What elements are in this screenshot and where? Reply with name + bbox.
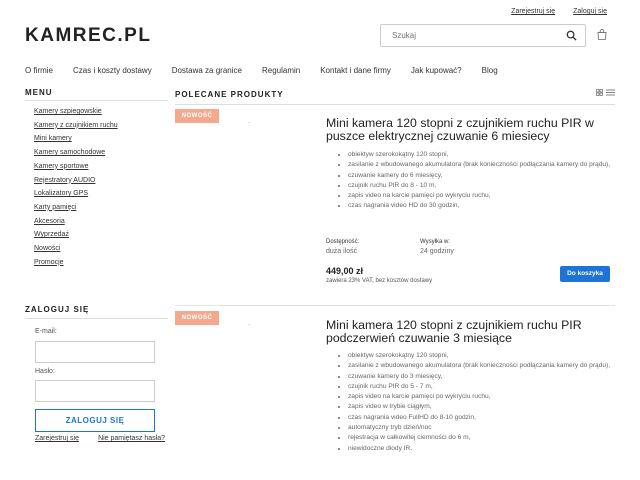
sidebar-item-audio-recorders[interactable]: Rejestratory AUDIO (34, 177, 95, 184)
nav-about[interactable]: O firmie (25, 66, 53, 75)
feature-item: niewidoczne diody IR. (348, 444, 616, 454)
availability-label: Dostępność: (326, 239, 360, 245)
search-icon[interactable] (566, 30, 577, 41)
feature-item: obiektyw szerokokątny 120 stopni, (348, 150, 616, 160)
new-badge: NOWOŚĆ (175, 311, 219, 325)
add-to-cart-button[interactable]: Do koszyka (560, 266, 610, 282)
product-title[interactable]: Mini kamera 120 stopni z czujnikiem ruch… (326, 117, 616, 142)
search-bar (380, 24, 586, 47)
login-button[interactable]: ZALOGUJ SIĘ (35, 409, 155, 432)
sidebar-divider (25, 100, 168, 101)
sidebar-item-promotions[interactable]: Promocje (34, 259, 64, 266)
nav-blog[interactable]: Blog (482, 66, 498, 75)
search-input[interactable] (381, 25, 556, 46)
nav-delivery-time-cost[interactable]: Czas i koszty dostawy (73, 66, 152, 75)
login-links: Zarejestruj się Nie pamiętasz hasła? (35, 435, 165, 442)
login-link[interactable]: Zaloguj się (573, 8, 607, 15)
feature-item: zasilanie z wbudowanego akumulatora (bra… (348, 160, 616, 170)
sidebar-item-mini-cameras[interactable]: Mini kamery (34, 135, 72, 142)
sidebar-item: Akcesoria (34, 215, 118, 229)
sidebar-item: Lokalizatory GPS (34, 187, 118, 201)
product-features: obiektyw szerokokątny 120 stopni, zasila… (336, 351, 616, 454)
main-nav: O firmie Czas i koszty dostawy Dostawa z… (25, 66, 498, 75)
nav-contact[interactable]: Kontakt i dane firmy (320, 66, 391, 75)
feature-item: czujnik ruchu PIR do 5 - 7 m, (348, 382, 616, 392)
sidebar-title: MENU (25, 88, 53, 97)
product-divider (175, 305, 615, 306)
sidebar-item-accessories[interactable]: Akcesoria (34, 218, 65, 225)
feature-item: czuwanie kamery do 6 miesięcy, (348, 171, 616, 181)
feature-item: zapis video na karcie pamięci po wykryci… (348, 392, 616, 402)
login-title: ZALOGUJ SIĘ (25, 305, 90, 314)
email-field[interactable] (35, 341, 155, 363)
product-features: obiektyw szerokokątny 120 stopni, zasila… (336, 150, 616, 212)
sidebar-item: Promocje (34, 256, 118, 270)
product-thumbnail[interactable]: . (248, 318, 250, 327)
shopping-bag-icon[interactable] (597, 29, 607, 40)
new-badge: NOWOŚĆ (175, 109, 219, 123)
logo[interactable]: KAMREC.PL (25, 25, 151, 47)
sidebar-item: Nowości (34, 242, 118, 256)
feature-item: czas nagrania video FullHD do 8-10 godzi… (348, 413, 616, 423)
register-link[interactable]: Zarejestruj się (511, 8, 555, 15)
sidebar-item: Kamery szpiegowskie (34, 105, 118, 119)
vat-note: zawiera 23% VAT, bez kosztów dostawy (326, 278, 433, 284)
sidebar-item: Kamery samochodowe (34, 146, 118, 160)
product-thumbnail[interactable]: . (248, 116, 250, 125)
sidebar-item: Mini kamery (34, 132, 118, 146)
sidebar-item: Kamery sportowe (34, 160, 118, 174)
product-title[interactable]: Mini kamera 120 stopni z czujnikiem ruch… (326, 319, 616, 344)
product-price: 449,00 zł (326, 266, 364, 276)
forgot-password-link[interactable]: Nie pamiętasz hasła? (98, 435, 165, 442)
availability-value: duża ilość (326, 248, 358, 255)
feature-item: czas nagrania video HD do 30 godzin, (348, 201, 616, 211)
nav-delivery-abroad[interactable]: Dostawa za granice (172, 66, 242, 75)
grid-view-icon[interactable] (596, 89, 603, 96)
feature-item: czuwanie kamery do 3 miesięcy, (348, 372, 616, 382)
section-divider (175, 104, 615, 105)
password-label: Hasło: (35, 368, 55, 375)
shipping-value: 24 godziny (420, 248, 454, 255)
feature-item: zapis video na karcie pamięci po wykryci… (348, 191, 616, 201)
sidebar-item: Wyprzedaż (34, 228, 118, 242)
sidebar-item-sport-cameras[interactable]: Kamery sportowe (34, 163, 88, 170)
sidebar-item-sale[interactable]: Wyprzedaż (34, 231, 69, 238)
view-toggle (596, 89, 615, 96)
shipping-label: Wysyłka w: (420, 239, 450, 245)
sidebar-item: Rejestratory AUDIO (34, 174, 118, 188)
sidebar-item: Kamery z czujnikiem ruchu (34, 119, 118, 133)
login-divider (25, 318, 168, 319)
register-link-bottom[interactable]: Zarejestruj się (35, 435, 79, 442)
feature-item: automatyczny tryb dzień/noc (348, 423, 616, 433)
list-view-icon[interactable] (606, 89, 615, 96)
password-field[interactable] (35, 380, 155, 402)
sidebar-menu: Kamery szpiegowskie Kamery z czujnikiem … (34, 105, 118, 269)
sidebar-item-gps-trackers[interactable]: Lokalizatory GPS (34, 190, 88, 197)
feature-item: zasilanie z wbudowanego akumulatora (bra… (348, 361, 616, 371)
section-title: POLECANE PRODUKTY (175, 90, 284, 99)
feature-item: zapis video w trybie ciągłym, (348, 402, 616, 412)
feature-item: czujnik ruchu PIR do 8 - 10 m, (348, 181, 616, 191)
sidebar-item-memory-cards[interactable]: Karty pamięci (34, 204, 76, 211)
feature-item: obiektyw szerokokątny 120 stopni, (348, 351, 616, 361)
email-label: E-mail: (35, 328, 57, 335)
nav-terms[interactable]: Regulamin (262, 66, 300, 75)
nav-how-to-buy[interactable]: Jak kupować? (411, 66, 462, 75)
sidebar-item-motion-cameras[interactable]: Kamery z czujnikiem ruchu (34, 122, 118, 129)
sidebar-item: Karty pamięci (34, 201, 118, 215)
top-links: Zarejestruj się Zaloguj się (511, 8, 607, 15)
sidebar-item-spy-cameras[interactable]: Kamery szpiegowskie (34, 108, 102, 115)
feature-item: rejestracja w całkowitej ciemności do 6 … (348, 433, 616, 443)
sidebar-item-new[interactable]: Nowości (34, 245, 60, 252)
sidebar-item-car-cameras[interactable]: Kamery samochodowe (34, 149, 105, 156)
